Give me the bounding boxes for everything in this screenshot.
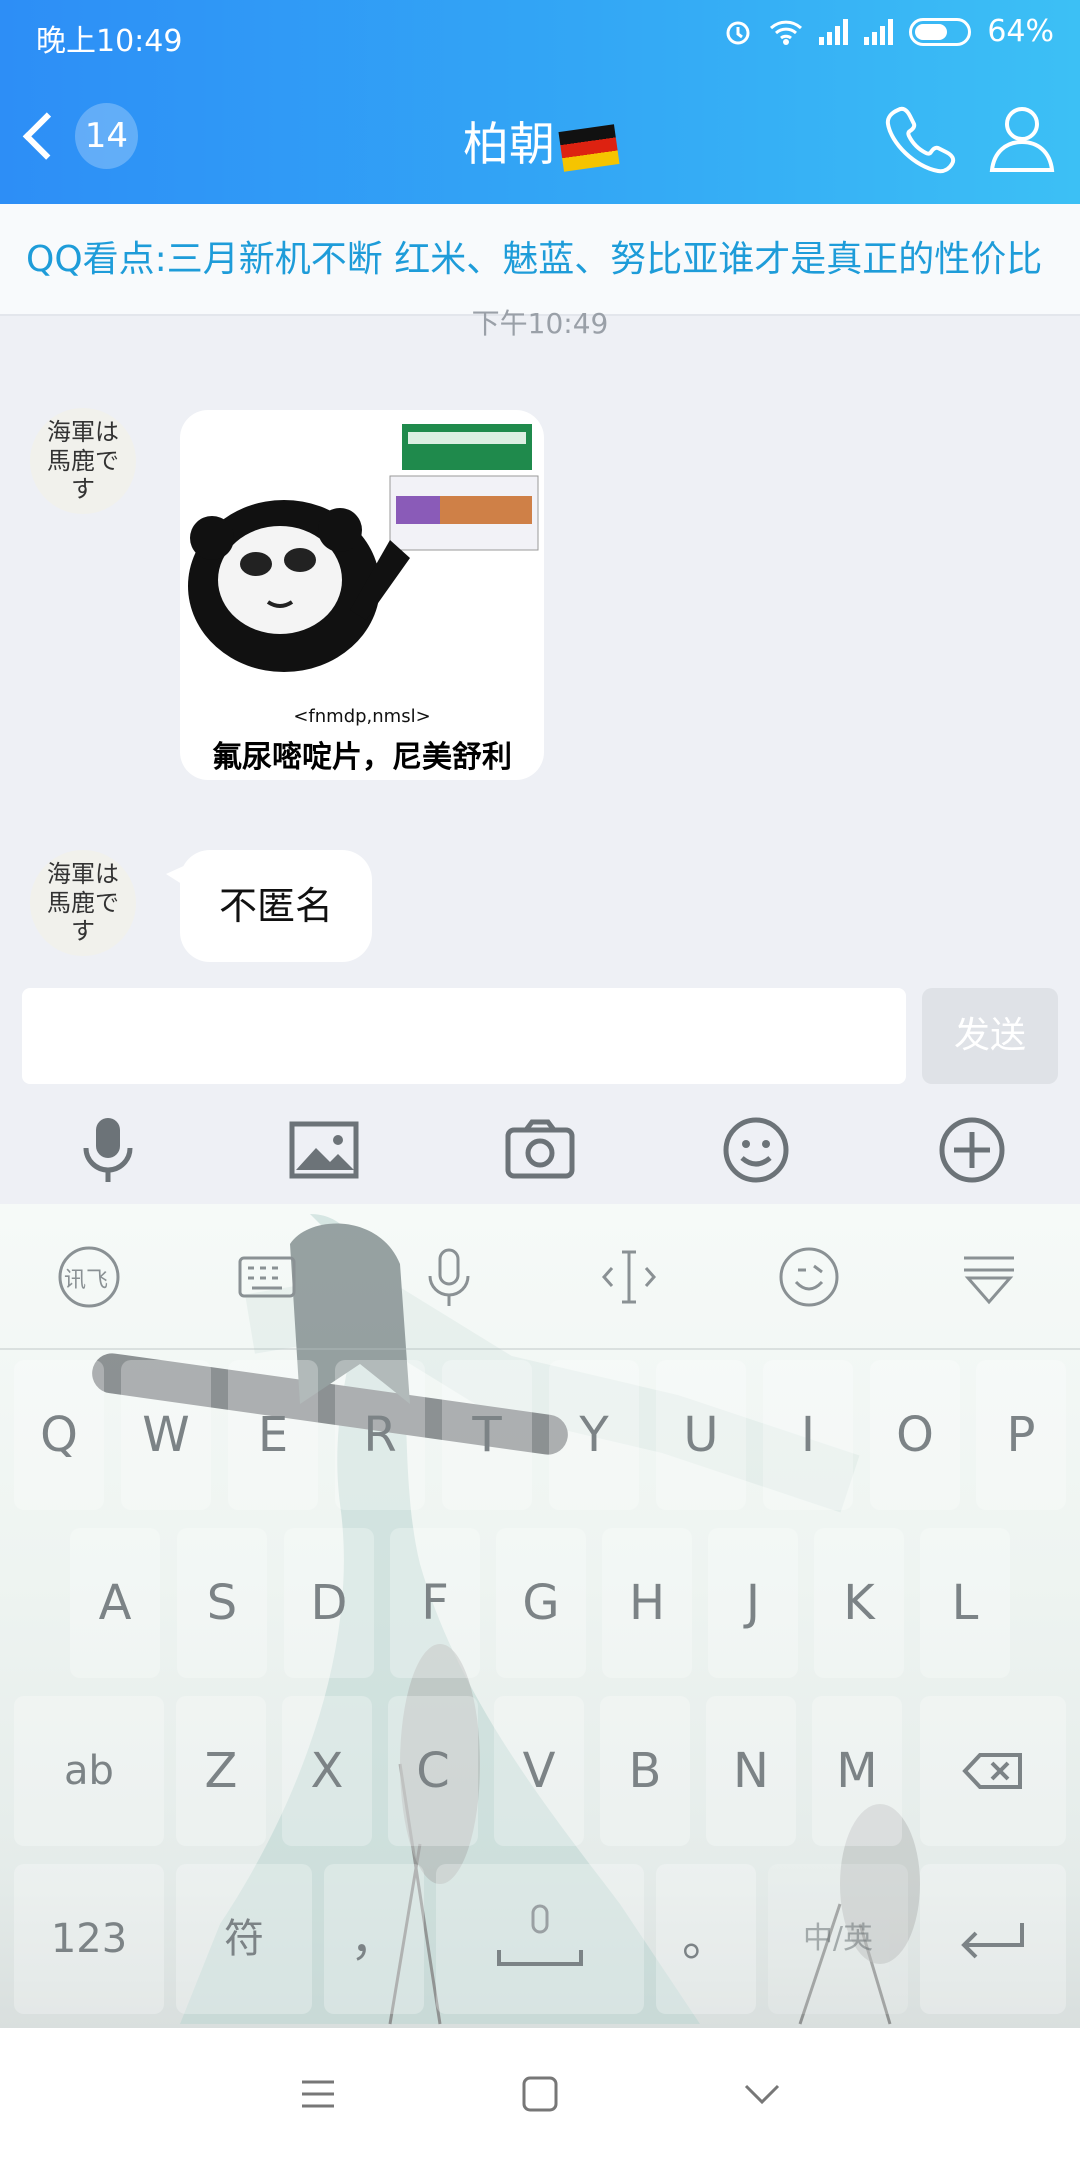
key-e[interactable]: E xyxy=(228,1360,318,1510)
number-key[interactable]: 123 xyxy=(14,1864,164,2014)
avatar[interactable]: 海軍は馬鹿です xyxy=(30,408,136,514)
sticker-caption: 氟尿嘧啶片，尼美舒利 xyxy=(212,740,512,775)
space-key[interactable] xyxy=(436,1864,644,2014)
shift-key[interactable]: ab xyxy=(14,1696,164,1846)
key-n[interactable]: N xyxy=(706,1696,796,1846)
camera-icon[interactable] xyxy=(502,1112,578,1188)
emoji-icon[interactable] xyxy=(718,1112,794,1188)
avatar[interactable]: 海軍は馬鹿です xyxy=(30,850,136,956)
message-input[interactable] xyxy=(22,988,906,1084)
system-navigation-bar xyxy=(0,2028,1080,2160)
key-h[interactable]: H xyxy=(602,1528,692,1678)
avatar-text: 海軍は馬鹿です xyxy=(47,417,119,504)
cursor-move-icon[interactable] xyxy=(596,1244,662,1310)
key-o[interactable]: O xyxy=(870,1360,960,1510)
key-s[interactable]: S xyxy=(177,1528,267,1678)
germany-flag-icon xyxy=(558,123,620,172)
keyboard-brand: 讯飞 xyxy=(64,1268,109,1293)
language-switch-key[interactable]: 中/英 xyxy=(768,1864,908,2014)
key-c[interactable]: C xyxy=(388,1696,478,1846)
keyboard-toolbar: 讯飞 xyxy=(0,1204,1080,1350)
profile-icon[interactable] xyxy=(984,100,1060,176)
comma-key[interactable]: ， xyxy=(324,1864,424,2014)
key-m[interactable]: M xyxy=(812,1696,902,1846)
contact-name: 柏朝 xyxy=(463,117,555,171)
message-timestamp: 下午10:49 xyxy=(471,307,609,340)
key-l[interactable]: L xyxy=(920,1528,1010,1678)
status-time: 晚上10:49 xyxy=(36,24,183,59)
menu-icon[interactable] xyxy=(296,2072,340,2116)
backspace-key[interactable] xyxy=(920,1696,1066,1846)
emoji-keyboard-icon[interactable] xyxy=(776,1244,842,1310)
key-z[interactable]: Z xyxy=(176,1696,266,1846)
panda-meme-image xyxy=(188,424,539,672)
keyboard-layout-icon[interactable] xyxy=(234,1244,300,1310)
symbol-key[interactable]: 符 xyxy=(176,1864,312,2014)
alarm-icon xyxy=(726,21,750,44)
key-x[interactable]: X xyxy=(282,1696,372,1846)
send-button[interactable]: 发送 xyxy=(922,988,1058,1084)
key-i[interactable]: I xyxy=(763,1360,853,1510)
key-u[interactable]: U xyxy=(656,1360,746,1510)
enter-icon xyxy=(961,1923,1024,1959)
phone-icon[interactable] xyxy=(882,100,958,176)
sticker-image[interactable]: <fnmdp,nmsl> 氟尿嘧啶片，尼美舒利 xyxy=(180,410,544,780)
space-bar-icon xyxy=(497,1904,583,1966)
plus-icon[interactable] xyxy=(934,1112,1010,1188)
key-p[interactable]: P xyxy=(976,1360,1066,1510)
image-icon[interactable] xyxy=(286,1112,362,1188)
status-bar: 晚上10:49 64% xyxy=(0,0,1080,66)
home-icon[interactable] xyxy=(518,2072,562,2116)
backspace-icon xyxy=(962,1753,1022,1789)
key-v[interactable]: V xyxy=(494,1696,584,1846)
news-banner[interactable]: QQ看点:三月新机不断 红米、魅蓝、努比亚谁才是真正的性价比 xyxy=(0,204,1080,316)
wifi-icon xyxy=(770,20,803,45)
key-r[interactable]: R xyxy=(335,1360,425,1510)
key-w[interactable]: W xyxy=(121,1360,211,1510)
key-f[interactable]: F xyxy=(390,1528,480,1678)
key-b[interactable]: B xyxy=(600,1696,690,1846)
avatar-text: 海軍は馬鹿です xyxy=(47,859,119,946)
key-t[interactable]: T xyxy=(442,1360,532,1510)
key-y[interactable]: Y xyxy=(549,1360,639,1510)
enter-key[interactable] xyxy=(920,1864,1066,2014)
sticker-caption-small: <fnmdp,nmsl> xyxy=(293,706,431,727)
voice-input-icon[interactable] xyxy=(416,1244,482,1310)
period-key[interactable]: 。 xyxy=(656,1864,756,2014)
composer-toolbar xyxy=(0,1100,1080,1200)
chat-header: 晚上10:49 64% 14 柏朝 xyxy=(0,0,1080,204)
key-k[interactable]: K xyxy=(814,1528,904,1678)
key-d[interactable]: D xyxy=(284,1528,374,1678)
soft-keyboard: 讯飞 Q W E R T Y U I O P A S D F G H J K L… xyxy=(0,1204,1080,2028)
battery-icon xyxy=(909,17,972,46)
signal-icon xyxy=(819,18,849,45)
hide-keyboard-icon[interactable] xyxy=(956,1244,1022,1310)
key-j[interactable]: J xyxy=(708,1528,798,1678)
back-nav-icon[interactable] xyxy=(740,2072,784,2116)
battery-percent: 64% xyxy=(987,14,1054,49)
key-a[interactable]: A xyxy=(70,1528,160,1678)
signal-icon-2 xyxy=(864,18,894,45)
key-q[interactable]: Q xyxy=(14,1360,104,1510)
key-g[interactable]: G xyxy=(496,1528,586,1678)
message-bubble[interactable]: 不匿名 xyxy=(166,850,372,962)
microphone-icon[interactable] xyxy=(70,1112,146,1188)
